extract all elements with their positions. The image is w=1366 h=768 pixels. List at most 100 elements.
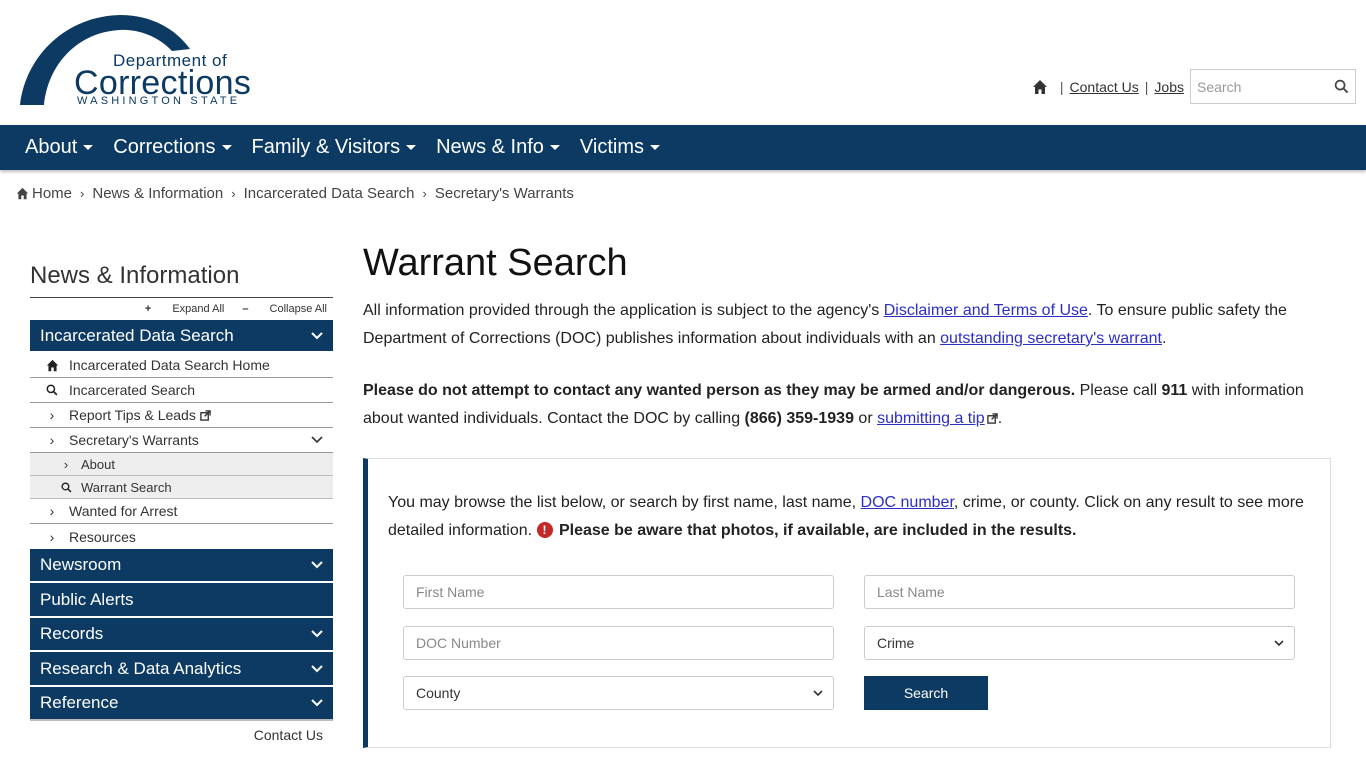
outstanding-warrant-link[interactable]: outstanding secretary's warrant <box>940 330 1162 347</box>
caret-down-icon <box>650 145 660 150</box>
nav-corrections[interactable]: Corrections <box>113 136 232 159</box>
sidebar-title: News & Information <box>30 262 333 298</box>
select-value: Crime <box>877 635 915 651</box>
logo-line3: WASHINGTON STATE <box>77 95 241 107</box>
sidebar-section-newsroom[interactable]: Newsroom <box>30 549 333 583</box>
first-name-input[interactable]: First Name <box>403 575 834 609</box>
sidebar-item-incarcerated-search[interactable]: Incarcerated Search <box>30 378 333 403</box>
sidebar-item-resources[interactable]: › Resources <box>30 524 333 549</box>
search-button[interactable]: Search <box>864 676 988 710</box>
page-title: Warrant Search <box>363 242 628 284</box>
breadcrumb-incarcerated[interactable]: Incarcerated Data Search <box>244 185 415 202</box>
nav-label: Victims <box>579 136 644 158</box>
chevron-right-icon: › <box>49 503 55 519</box>
doc-logo[interactable]: Department of Corrections WASHINGTON STA… <box>20 14 260 108</box>
sidebar-subitem-warrant-search[interactable]: Warrant Search <box>30 476 333 499</box>
sidebar-item-incarcerated-home[interactable]: Incarcerated Data Search Home <box>30 353 333 378</box>
chevron-right-icon: › <box>422 186 427 201</box>
section-label: Incarcerated Data Search <box>40 325 234 345</box>
chevron-down-icon <box>311 630 323 638</box>
nav-victims[interactable]: Victims <box>580 136 660 159</box>
last-name-input[interactable]: Last Name <box>864 575 1295 609</box>
plus-icon: + <box>144 303 152 315</box>
home-icon <box>44 359 60 372</box>
chevron-down-icon <box>311 331 323 339</box>
item-label: Incarcerated Data Search Home <box>69 357 270 373</box>
doc-number-link[interactable]: DOC number <box>861 494 954 511</box>
sidebar-item-report-tips[interactable]: › Report Tips & Leads <box>30 403 333 428</box>
breadcrumb-home[interactable]: Home <box>32 185 72 202</box>
crime-select[interactable]: Crime <box>864 626 1295 660</box>
search-panel-intro: You may browse the list below, or search… <box>388 489 1318 545</box>
main-nav: About Corrections Family & Visitors News… <box>0 125 1366 170</box>
chevron-down-icon <box>311 699 323 707</box>
site-search-input[interactable] <box>1197 78 1327 95</box>
text-span: All information provided through the app… <box>363 302 884 319</box>
separator: | <box>1059 78 1064 95</box>
expand-all-button[interactable]: + Expand All <box>145 303 224 315</box>
chevron-right-icon: › <box>231 186 236 201</box>
photo-warning: Please be aware that photos, if availabl… <box>558 522 1077 539</box>
item-label: Wanted for Arrest <box>69 503 178 519</box>
caret-down-icon <box>549 145 560 150</box>
item-label: Incarcerated Search <box>69 382 196 398</box>
sidebar-section-records[interactable]: Records <box>30 618 333 652</box>
disclaimer-link[interactable]: Disclaimer and Terms of Use <box>884 302 1088 319</box>
chevron-right-icon: › <box>80 186 85 201</box>
sidebar-section-incarcerated[interactable]: Incarcerated Data Search <box>30 320 333 353</box>
county-select[interactable]: County <box>403 676 834 710</box>
utility-bar: | Contact Us | Jobs <box>1032 69 1356 104</box>
expand-all-label: Expand All <box>172 303 225 315</box>
doc-phone: (866) 359-1939 <box>744 410 854 427</box>
search-panel: You may browse the list below, or search… <box>363 458 1331 748</box>
nav-label: News & Info <box>436 136 544 158</box>
site-search <box>1190 69 1356 104</box>
nav-label: Family & Visitors <box>251 136 401 158</box>
text-span: . <box>997 410 1003 427</box>
nav-family-visitors[interactable]: Family & Visitors <box>252 136 417 159</box>
warning-paragraph: Please do not attempt to contact any wan… <box>363 377 1338 433</box>
text-span: You may browse the list below, or search… <box>388 494 861 511</box>
search-icon <box>58 481 74 493</box>
contact-us-link[interactable]: Contact Us <box>1070 79 1139 95</box>
chevron-down-icon <box>311 561 323 569</box>
caret-down-icon <box>406 145 417 150</box>
nav-about[interactable]: About <box>25 136 94 159</box>
main-content: Warrant Search All information provided … <box>363 242 1338 748</box>
section-label: Newsroom <box>40 555 122 574</box>
search-icon[interactable] <box>1334 79 1349 94</box>
separator: | <box>1144 78 1149 95</box>
collapse-all-label: Collapse All <box>269 303 327 315</box>
section-label: Research & Data Analytics <box>40 658 242 678</box>
collapse-all-button[interactable]: – Collapse All <box>242 303 327 315</box>
minus-icon: – <box>242 303 249 315</box>
sidebar-item-secretarys-warrants[interactable]: › Secretary's Warrants <box>30 428 333 453</box>
item-label: Secretary's Warrants <box>69 432 199 448</box>
submit-tip-link[interactable]: submitting a tip <box>877 410 985 427</box>
sidebar-contact-link[interactable]: Contact Us <box>30 721 333 743</box>
sidebar-item-wanted-for-arrest[interactable]: › Wanted for Arrest <box>30 499 333 524</box>
text-span: or <box>853 410 878 427</box>
jobs-link[interactable]: Jobs <box>1154 79 1184 95</box>
section-label: Records <box>40 624 104 643</box>
home-icon <box>16 187 29 200</box>
doc-number-input[interactable]: DOC Number <box>403 626 834 660</box>
chevron-right-icon: › <box>49 528 55 545</box>
external-link-icon <box>986 413 998 424</box>
emergency-number: 911 <box>1161 382 1188 399</box>
sidebar-section-research[interactable]: Research & Data Analytics <box>30 652 333 687</box>
nav-news-info[interactable]: News & Info <box>436 136 560 159</box>
sidebar-subitem-about[interactable]: › About <box>30 453 333 476</box>
breadcrumb-news[interactable]: News & Information <box>92 185 223 202</box>
sidebar: News & Information + Expand All – Collap… <box>30 262 333 743</box>
section-label: Public Alerts <box>40 589 134 609</box>
chevron-right-icon: › <box>49 407 55 423</box>
home-icon[interactable] <box>1032 79 1048 95</box>
item-label: About <box>81 456 115 472</box>
section-label: Reference <box>40 693 119 712</box>
sidebar-section-public-alerts[interactable]: Public Alerts <box>30 583 333 618</box>
breadcrumb-current: Secretary's Warrants <box>434 185 574 202</box>
sidebar-section-reference[interactable]: Reference <box>30 687 333 721</box>
caret-down-icon <box>83 145 94 150</box>
chevron-down-icon <box>311 664 323 672</box>
